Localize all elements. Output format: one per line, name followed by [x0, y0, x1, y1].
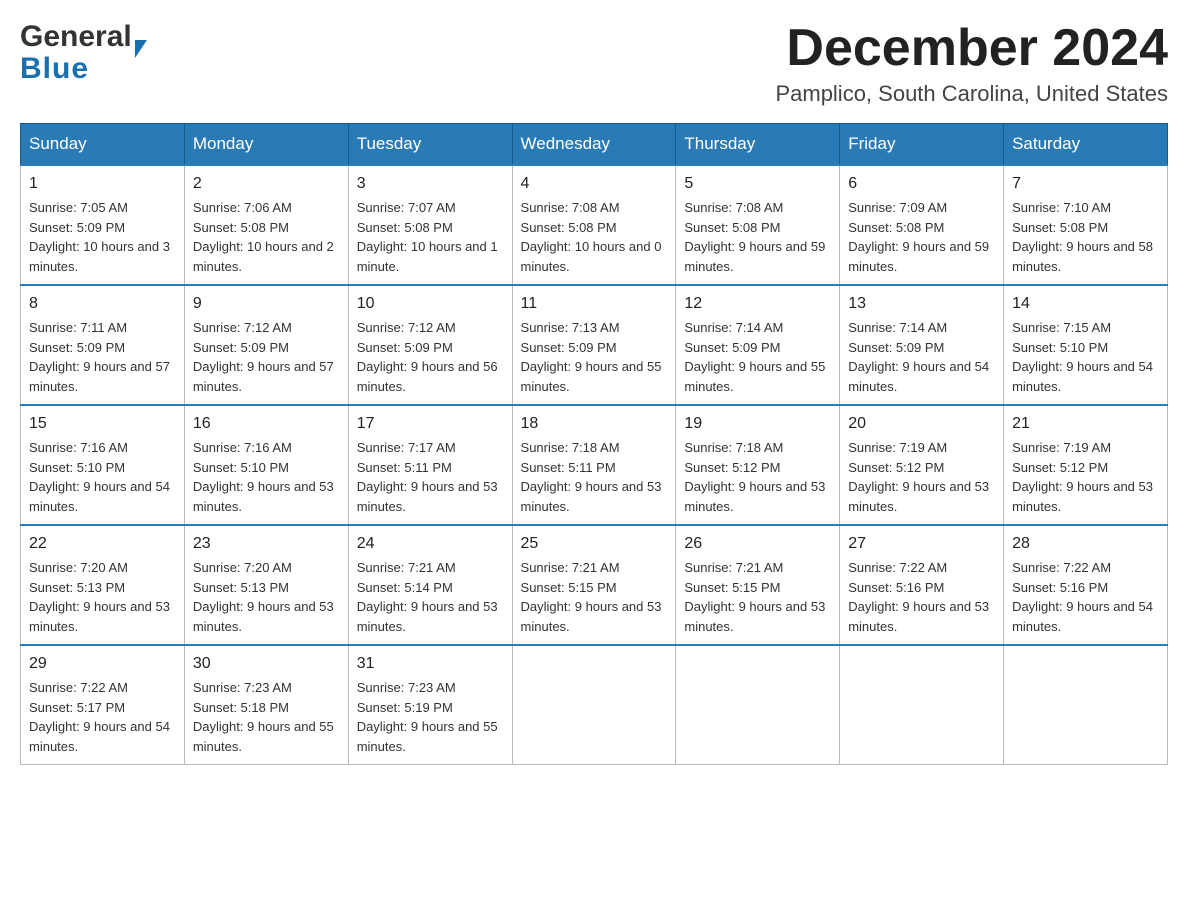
table-row: 17Sunrise: 7:17 AMSunset: 5:11 PMDayligh… [348, 405, 512, 525]
table-row [1004, 645, 1168, 765]
day-number: 10 [357, 292, 504, 316]
month-title: December 2024 [775, 20, 1168, 77]
table-row: 23Sunrise: 7:20 AMSunset: 5:13 PMDayligh… [184, 525, 348, 645]
day-number: 12 [684, 292, 831, 316]
table-row: 6Sunrise: 7:09 AMSunset: 5:08 PMDaylight… [840, 165, 1004, 285]
calendar-week-row: 8Sunrise: 7:11 AMSunset: 5:09 PMDaylight… [21, 285, 1168, 405]
day-number: 19 [684, 412, 831, 436]
day-number: 3 [357, 172, 504, 196]
table-row: 19Sunrise: 7:18 AMSunset: 5:12 PMDayligh… [676, 405, 840, 525]
logo-blue-text: Blue [20, 54, 147, 84]
calendar-table: Sunday Monday Tuesday Wednesday Thursday… [20, 123, 1168, 765]
table-row: 31Sunrise: 7:23 AMSunset: 5:19 PMDayligh… [348, 645, 512, 765]
calendar-week-row: 1Sunrise: 7:05 AMSunset: 5:09 PMDaylight… [21, 165, 1168, 285]
day-number: 30 [193, 652, 340, 676]
table-row: 24Sunrise: 7:21 AMSunset: 5:14 PMDayligh… [348, 525, 512, 645]
table-row [512, 645, 676, 765]
day-number: 29 [29, 652, 176, 676]
logo: General Blue [20, 20, 147, 84]
table-row: 16Sunrise: 7:16 AMSunset: 5:10 PMDayligh… [184, 405, 348, 525]
day-number: 2 [193, 172, 340, 196]
col-wednesday: Wednesday [512, 124, 676, 166]
page-header: General Blue December 2024 Pamplico, Sou… [20, 20, 1168, 107]
calendar-week-row: 15Sunrise: 7:16 AMSunset: 5:10 PMDayligh… [21, 405, 1168, 525]
location-subtitle: Pamplico, South Carolina, United States [775, 81, 1168, 107]
table-row: 18Sunrise: 7:18 AMSunset: 5:11 PMDayligh… [512, 405, 676, 525]
table-row: 12Sunrise: 7:14 AMSunset: 5:09 PMDayligh… [676, 285, 840, 405]
day-number: 8 [29, 292, 176, 316]
col-thursday: Thursday [676, 124, 840, 166]
table-row: 30Sunrise: 7:23 AMSunset: 5:18 PMDayligh… [184, 645, 348, 765]
day-number: 26 [684, 532, 831, 556]
day-number: 24 [357, 532, 504, 556]
day-number: 18 [521, 412, 668, 436]
table-row: 25Sunrise: 7:21 AMSunset: 5:15 PMDayligh… [512, 525, 676, 645]
col-tuesday: Tuesday [348, 124, 512, 166]
day-number: 13 [848, 292, 995, 316]
table-row: 28Sunrise: 7:22 AMSunset: 5:16 PMDayligh… [1004, 525, 1168, 645]
day-number: 25 [521, 532, 668, 556]
table-row: 21Sunrise: 7:19 AMSunset: 5:12 PMDayligh… [1004, 405, 1168, 525]
day-number: 7 [1012, 172, 1159, 196]
day-number: 11 [521, 292, 668, 316]
day-number: 9 [193, 292, 340, 316]
day-number: 17 [357, 412, 504, 436]
day-number: 31 [357, 652, 504, 676]
table-row [676, 645, 840, 765]
col-saturday: Saturday [1004, 124, 1168, 166]
logo-general-text: General [20, 20, 132, 54]
table-row: 29Sunrise: 7:22 AMSunset: 5:17 PMDayligh… [21, 645, 185, 765]
day-number: 16 [193, 412, 340, 436]
table-row: 20Sunrise: 7:19 AMSunset: 5:12 PMDayligh… [840, 405, 1004, 525]
calendar-header-row: Sunday Monday Tuesday Wednesday Thursday… [21, 124, 1168, 166]
day-number: 6 [848, 172, 995, 196]
day-number: 14 [1012, 292, 1159, 316]
table-row: 10Sunrise: 7:12 AMSunset: 5:09 PMDayligh… [348, 285, 512, 405]
col-sunday: Sunday [21, 124, 185, 166]
day-number: 4 [521, 172, 668, 196]
table-row: 4Sunrise: 7:08 AMSunset: 5:08 PMDaylight… [512, 165, 676, 285]
table-row: 13Sunrise: 7:14 AMSunset: 5:09 PMDayligh… [840, 285, 1004, 405]
day-number: 23 [193, 532, 340, 556]
col-monday: Monday [184, 124, 348, 166]
table-row: 11Sunrise: 7:13 AMSunset: 5:09 PMDayligh… [512, 285, 676, 405]
table-row: 22Sunrise: 7:20 AMSunset: 5:13 PMDayligh… [21, 525, 185, 645]
day-number: 21 [1012, 412, 1159, 436]
day-number: 20 [848, 412, 995, 436]
table-row: 2Sunrise: 7:06 AMSunset: 5:08 PMDaylight… [184, 165, 348, 285]
day-number: 27 [848, 532, 995, 556]
table-row [840, 645, 1004, 765]
table-row: 1Sunrise: 7:05 AMSunset: 5:09 PMDaylight… [21, 165, 185, 285]
calendar-week-row: 29Sunrise: 7:22 AMSunset: 5:17 PMDayligh… [21, 645, 1168, 765]
table-row: 14Sunrise: 7:15 AMSunset: 5:10 PMDayligh… [1004, 285, 1168, 405]
table-row: 27Sunrise: 7:22 AMSunset: 5:16 PMDayligh… [840, 525, 1004, 645]
table-row: 26Sunrise: 7:21 AMSunset: 5:15 PMDayligh… [676, 525, 840, 645]
table-row: 7Sunrise: 7:10 AMSunset: 5:08 PMDaylight… [1004, 165, 1168, 285]
day-number: 1 [29, 172, 176, 196]
day-number: 22 [29, 532, 176, 556]
table-row: 5Sunrise: 7:08 AMSunset: 5:08 PMDaylight… [676, 165, 840, 285]
day-number: 5 [684, 172, 831, 196]
title-area: December 2024 Pamplico, South Carolina, … [775, 20, 1168, 107]
day-number: 15 [29, 412, 176, 436]
table-row: 15Sunrise: 7:16 AMSunset: 5:10 PMDayligh… [21, 405, 185, 525]
table-row: 8Sunrise: 7:11 AMSunset: 5:09 PMDaylight… [21, 285, 185, 405]
day-number: 28 [1012, 532, 1159, 556]
table-row: 9Sunrise: 7:12 AMSunset: 5:09 PMDaylight… [184, 285, 348, 405]
table-row: 3Sunrise: 7:07 AMSunset: 5:08 PMDaylight… [348, 165, 512, 285]
col-friday: Friday [840, 124, 1004, 166]
calendar-week-row: 22Sunrise: 7:20 AMSunset: 5:13 PMDayligh… [21, 525, 1168, 645]
